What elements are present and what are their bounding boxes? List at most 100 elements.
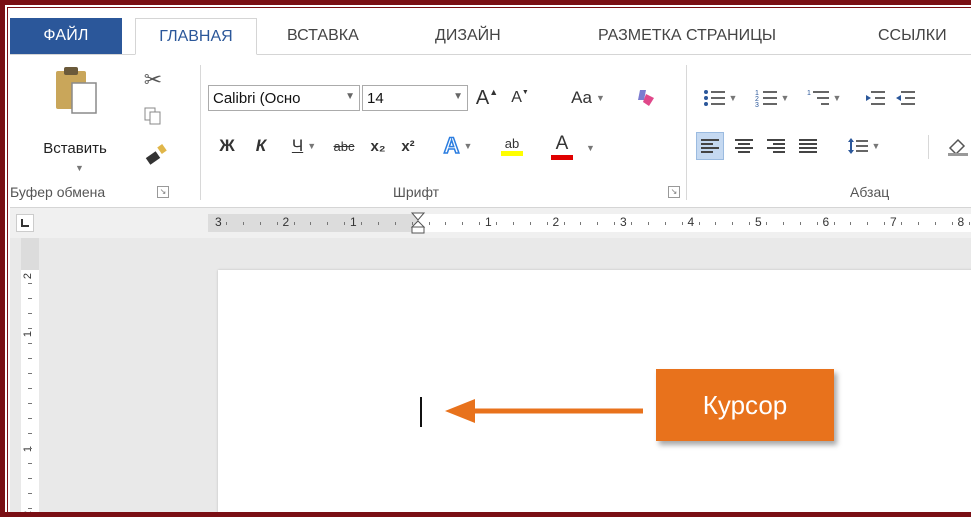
shrink-font-label: A [511, 89, 522, 106]
font-size-select[interactable]: 14 ▼ [362, 85, 468, 111]
numbering-icon[interactable]: 1 2 3 ▼ [750, 85, 794, 111]
tab-layout[interactable]: РАЗМЕТКА СТРАНИЦЫ [598, 18, 776, 54]
ruler-number: 1 [485, 215, 492, 229]
tab-insert[interactable]: ВСТАВКА [287, 18, 359, 54]
ruler-tick [428, 222, 430, 225]
horizontal-ruler[interactable]: 3 2 1 1 2 3 4 5 6 7 8 [208, 212, 971, 234]
copy-icon[interactable] [142, 105, 164, 127]
cut-icon[interactable]: ✂ [140, 67, 166, 93]
ruler-tick [479, 222, 481, 225]
ruler-tick [411, 222, 413, 225]
ruler-tick [259, 222, 261, 225]
tab-selector-icon[interactable] [16, 214, 34, 232]
ruler-tick [951, 222, 953, 225]
ruler-tick [512, 222, 514, 225]
ruler-tick [344, 222, 346, 225]
format-painter-icon[interactable] [144, 141, 170, 167]
shrink-font-button[interactable]: A ▼ [508, 85, 532, 111]
highlight-button[interactable]: ab [490, 131, 534, 161]
ruler-tick [833, 222, 835, 225]
subscript-button[interactable]: x₂ [365, 133, 391, 159]
document-page[interactable] [218, 270, 971, 512]
bold-button[interactable]: Ж [216, 133, 238, 159]
ruler-tick [884, 222, 886, 225]
ruler-number: 8 [957, 215, 965, 229]
tab-file[interactable]: ФАЙЛ [10, 18, 122, 54]
ruler-tick [715, 222, 717, 225]
strikethrough-button[interactable]: abc [328, 133, 360, 159]
paragraph-group-label: Абзац [850, 184, 890, 200]
ruler-tick [766, 222, 767, 225]
ruler-tick [496, 222, 497, 225]
tab-home[interactable]: ГЛАВНАЯ [135, 18, 257, 55]
ruler-tick [28, 493, 32, 494]
chevron-down-icon: ▼ [453, 91, 463, 102]
justify-icon[interactable] [794, 132, 822, 160]
font-dialog-launcher-icon[interactable]: ↘ [668, 186, 680, 198]
chevron-down-icon: ▼ [780, 93, 790, 103]
ruler-number: 5 [755, 215, 762, 229]
ruler-tick [394, 222, 396, 225]
highlight-color-bar [501, 151, 523, 156]
underline-label: Ч [291, 136, 304, 155]
line-spacing-icon[interactable]: ▼ [842, 132, 886, 160]
ruler-tick [698, 222, 700, 225]
ruler-tick [614, 222, 616, 225]
ruler-number: 2 [282, 215, 290, 229]
ruler-tick [664, 222, 666, 225]
bullets-icon[interactable]: ▼ [698, 85, 742, 111]
caret-up-icon: ▲ [489, 87, 499, 97]
clear-formatting-icon[interactable] [634, 85, 658, 111]
cursor-callout: Курсор [656, 369, 834, 441]
shading-icon[interactable] [942, 132, 971, 160]
ruler-tick [28, 448, 32, 449]
horizontal-ruler-row: 3 2 1 1 2 3 4 5 6 7 8 [10, 208, 971, 238]
clipboard-dialog-launcher-icon[interactable]: ↘ [157, 186, 169, 198]
ruler-tick [28, 313, 32, 314]
increase-indent-icon[interactable] [892, 85, 918, 111]
text-effects-button[interactable]: A ▼ [436, 132, 480, 159]
chevron-down-icon: ▼ [307, 141, 317, 151]
ruler-tick [732, 222, 734, 225]
paste-button[interactable]: Вставить ▼ [40, 65, 110, 173]
chevron-down-icon: ▼ [75, 163, 84, 173]
svg-text:3: 3 [755, 102, 759, 108]
underline-button[interactable]: Ч ▼ [282, 133, 326, 159]
font-size-value: 14 [367, 89, 384, 107]
ruler-number: 2 [552, 215, 560, 229]
align-center-icon[interactable] [730, 132, 758, 160]
italic-button[interactable]: К [250, 133, 272, 159]
chevron-down-icon: ▼ [595, 93, 605, 103]
separator [686, 65, 687, 200]
ruler-tick [917, 222, 919, 225]
ruler-tick [28, 388, 32, 389]
ruler-tick [276, 222, 278, 225]
superscript-button[interactable]: x² [395, 133, 421, 159]
vertical-ruler[interactable]: 2112 [21, 238, 39, 512]
ruler-tick [28, 478, 32, 479]
ruler-tick [28, 373, 32, 374]
decrease-indent-icon[interactable] [862, 85, 888, 111]
multilevel-list-icon[interactable]: 1 ▼ [802, 85, 846, 111]
ruler-tick [816, 222, 818, 225]
separator [200, 65, 201, 200]
tab-references[interactable]: ССЫЛКИ [878, 18, 947, 54]
ruler-tick [377, 222, 379, 225]
ribbon-tabs: ФАЙЛ ГЛАВНАЯ ВСТАВКА ДИЗАЙН РАЗМЕТКА СТР… [10, 10, 971, 55]
ruler-tick [529, 222, 531, 225]
ruler-tick [901, 222, 902, 225]
font-name-select[interactable]: Calibri (Осно ▼ [208, 85, 360, 111]
align-left-icon[interactable] [696, 132, 724, 160]
ruler-tick [580, 222, 582, 225]
ruler-tick [597, 222, 599, 225]
ruler-tick [631, 222, 632, 225]
chevron-down-icon[interactable]: ▼ [586, 143, 595, 153]
tab-design[interactable]: ДИЗАЙН [435, 18, 501, 54]
grow-font-button[interactable]: A ▲ [475, 85, 499, 111]
font-color-button[interactable]: A [540, 131, 584, 161]
change-case-button[interactable]: Aa ▼ [562, 85, 614, 111]
separator [928, 135, 929, 159]
change-case-label: Aa [571, 88, 592, 107]
align-right-icon[interactable] [762, 132, 790, 160]
ruler-tick [850, 222, 852, 225]
